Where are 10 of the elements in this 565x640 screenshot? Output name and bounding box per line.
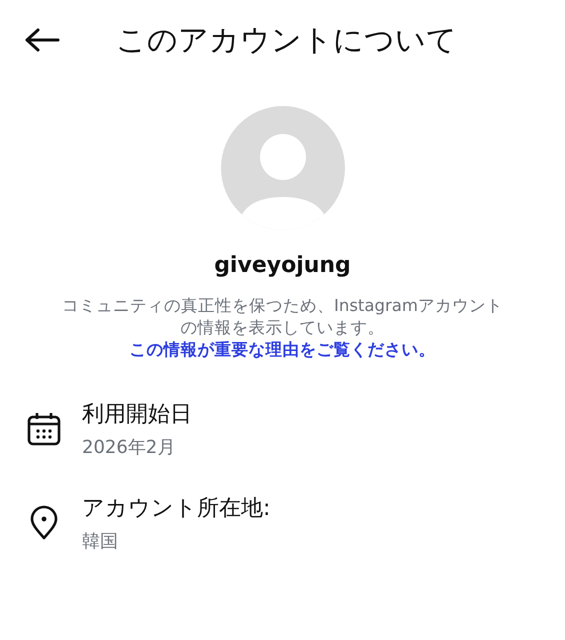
calendar-icon [26, 411, 62, 447]
avatar-icon [220, 105, 346, 231]
info-description: コミュニティの真正性を保つため、Instagramアカウントの情報を表示しています。 この情報が重要な理由をご覧ください。 [61, 295, 504, 361]
detail-label: アカウント所在地: [82, 495, 270, 523]
detail-label: 利用開始日 [82, 401, 192, 429]
username: giveyojung [214, 253, 351, 278]
page-title: このアカウントについて [116, 22, 457, 60]
info-link[interactable]: この情報が重要な理由をご覧ください。 [130, 340, 436, 359]
detail-value: 2026年2月 [82, 436, 176, 459]
detail-value: 韓国 [82, 530, 119, 553]
